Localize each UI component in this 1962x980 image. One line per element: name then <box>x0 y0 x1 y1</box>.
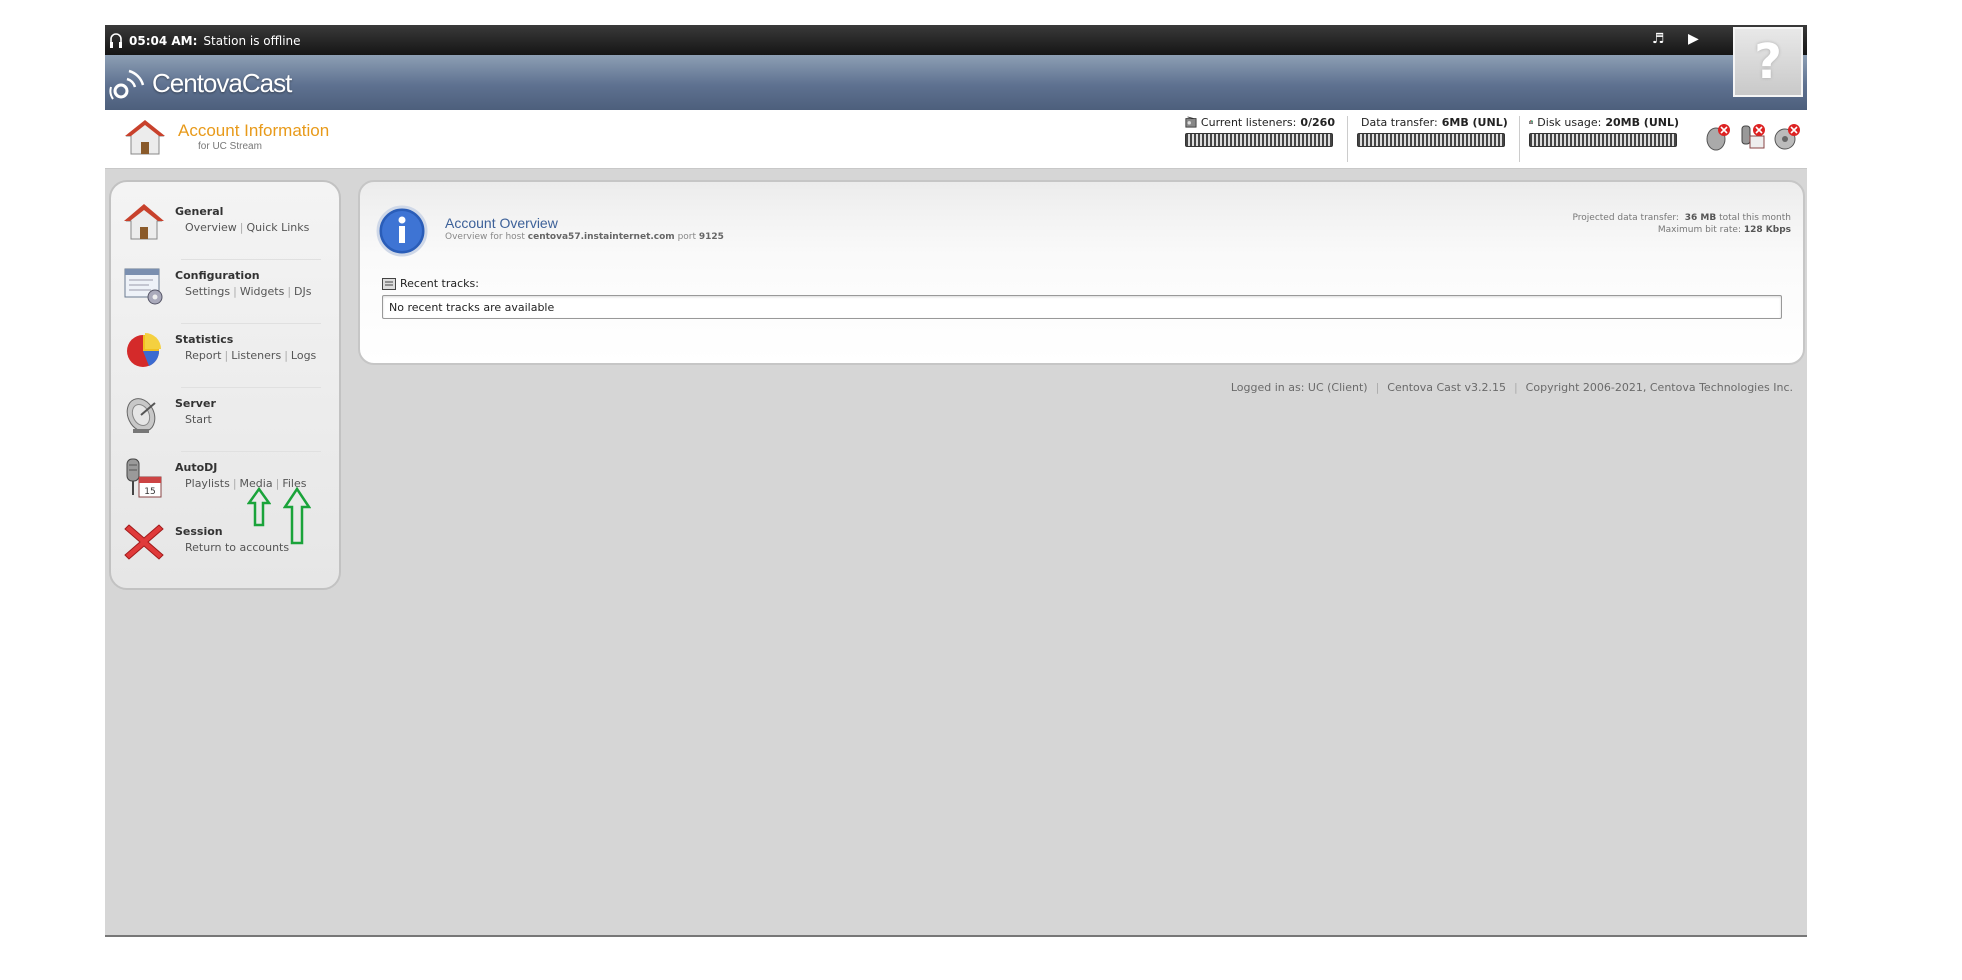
listeners-meter: Current listeners: 0/260 <box>1185 115 1335 147</box>
panel-subtitle: Overview for host centova57.instainterne… <box>445 232 724 242</box>
sidebar-link-playlists[interactable]: Playlists <box>185 477 230 490</box>
centova-logo-icon <box>109 69 145 100</box>
sidebar-title-autodj[interactable]: AutoDJ <box>175 461 217 474</box>
stop-autodj-icon[interactable] <box>1738 122 1768 152</box>
host-port: 9125 <box>698 232 724 242</box>
recent-tracks-empty: No recent tracks are available <box>389 301 555 314</box>
sidebar-link-quick-links[interactable]: Quick Links <box>247 221 310 234</box>
sidebar-title-server[interactable]: Server <box>175 397 216 410</box>
status-bar: 05:04 AM: Station is offline ♬ ▶ <box>105 25 1807 55</box>
radio-icon <box>1185 116 1197 128</box>
help-button[interactable]: ? <box>1733 27 1803 97</box>
recent-tracks-list: No recent tracks are available <box>382 295 1782 319</box>
sidebar-link-overview[interactable]: Overview <box>185 221 237 234</box>
sidebar-title-session[interactable]: Session <box>175 525 223 538</box>
stop-server-icon[interactable] <box>1703 122 1733 152</box>
settings-window-icon[interactable] <box>123 265 165 307</box>
info-icon <box>376 205 428 257</box>
data-transfer-progress-bar <box>1357 133 1505 147</box>
sidebar-title-configuration[interactable]: Configuration <box>175 269 260 282</box>
sidebar-link-logs[interactable]: Logs <box>291 349 316 362</box>
footer-copyright: Copyright 2006-2021, Centova Technologie… <box>1525 381 1793 394</box>
sidebar-group-general: General Overview | Quick Links <box>123 201 333 257</box>
red-x-icon[interactable] <box>123 521 165 563</box>
account-overview-panel: Account Overview Overview for host cento… <box>358 180 1805 365</box>
recent-tracks-label: Recent tracks: <box>382 277 479 290</box>
disk-usage-progress-bar <box>1529 133 1677 147</box>
green-arrow-up-icon <box>283 487 311 545</box>
sidebar-link-start[interactable]: Start <box>185 413 212 426</box>
page-title: Account Information <box>178 121 330 140</box>
status-time: 05:04 AM: <box>129 34 198 48</box>
data-transfer-meter: Data transfer: 6MB (UNL) <box>1357 115 1508 147</box>
footer: Logged in as: UC (Client) | Centova Cast v… <box>1230 381 1793 394</box>
sidebar-title-general[interactable]: General <box>175 205 223 218</box>
account-header: Account Information for UC Stream Curren… <box>105 110 1807 169</box>
listeners-value: 0/260 <box>1300 115 1335 129</box>
svg-text:15: 15 <box>144 487 155 497</box>
listeners-progress-bar <box>1185 133 1333 147</box>
sidebar-group-server: Server Start <box>123 393 333 449</box>
projected-transfer-stat: Projected data transfer: 36 MB total thi… <box>1572 213 1791 223</box>
disk-usage-value: 20MB (UNL) <box>1605 115 1679 129</box>
sidebar-link-settings[interactable]: Settings <box>185 285 230 298</box>
panel-title: Account Overview <box>445 215 558 231</box>
pie-chart-icon[interactable] <box>123 329 165 371</box>
brand-bar: CentovaCast <box>105 55 1807 110</box>
tracks-list-icon <box>382 277 396 290</box>
sidebar-group-configuration: Configuration Settings | Widgets | DJs <box>123 265 333 321</box>
satellite-dish-icon[interactable] <box>123 393 165 435</box>
disk-usage-meter: Disk usage: 20MB (UNL) <box>1529 115 1679 147</box>
play-icon[interactable]: ▶ <box>1688 31 1699 47</box>
data-transfer-value: 6MB (UNL) <box>1441 115 1508 129</box>
green-arrow-up-icon <box>247 487 271 527</box>
page-subtitle: for UC Stream <box>198 141 262 152</box>
sidebar-title-statistics[interactable]: Statistics <box>175 333 233 346</box>
max-bitrate-stat: Maximum bit rate: 128 Kbps <box>1657 225 1791 235</box>
sidebar-nav: General Overview | Quick Links Configurati… <box>109 180 341 590</box>
disk-icon <box>1529 120 1534 124</box>
app-window: 05:04 AM: Station is offline ♬ ▶ Centova… <box>105 25 1807 937</box>
sidebar-link-widgets[interactable]: Widgets <box>240 285 284 298</box>
host-name: centova57.instainternet.com <box>527 232 675 242</box>
sidebar-link-report[interactable]: Report <box>185 349 221 362</box>
sidebar-link-return-to-accounts[interactable]: Return to accounts <box>185 541 289 554</box>
microphone-calendar-icon[interactable]: 15 <box>123 457 165 499</box>
status-message: Station is offline <box>203 34 301 48</box>
stop-stream-icon[interactable] <box>1772 122 1802 152</box>
sidebar-link-listeners[interactable]: Listeners <box>231 349 281 362</box>
house-icon[interactable] <box>123 201 165 243</box>
footer-logged-in: Logged in as: UC (Client) <box>1230 381 1368 394</box>
house-icon <box>125 120 165 155</box>
brand-logo-text: CentovaCast <box>152 68 292 98</box>
music-note-icon[interactable]: ♬ <box>1652 31 1665 47</box>
footer-version: Centova Cast v3.2.15 <box>1387 381 1506 394</box>
headphones-icon <box>110 33 122 48</box>
sidebar-link-djs[interactable]: DJs <box>294 285 311 298</box>
sidebar-group-statistics: Statistics Report | Listeners | Logs <box>123 329 333 385</box>
